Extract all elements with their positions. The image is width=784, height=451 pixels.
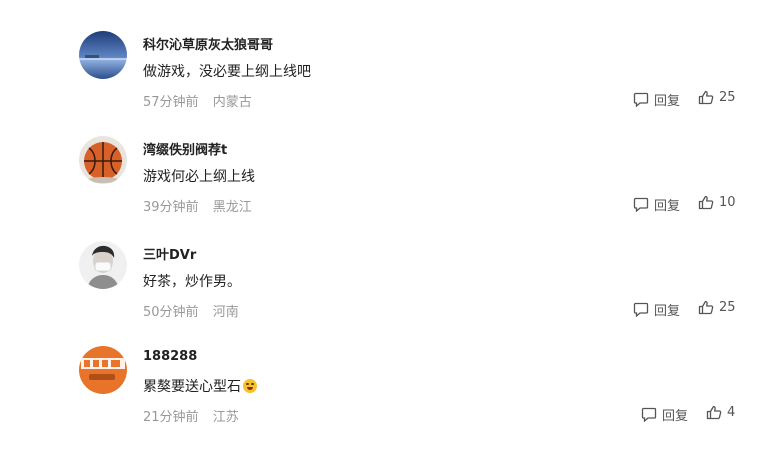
reply-label: 回复 bbox=[654, 94, 681, 109]
avatar[interactable] bbox=[79, 346, 127, 394]
reply-label: 回复 bbox=[654, 304, 681, 319]
reply-icon-cut: ▭ bbox=[659, 0, 671, 5]
lake-landscape-avatar-icon bbox=[79, 31, 127, 79]
thumbs-up-icon bbox=[698, 195, 714, 210]
reply-button[interactable]: 回复 bbox=[633, 300, 680, 319]
reply-icon bbox=[633, 92, 649, 107]
comment-item: 188288 累獒要送心型石 21分钟前 江苏 回复 4 bbox=[0, 346, 784, 451]
comment-location: 江苏 bbox=[212, 410, 239, 425]
reply-button[interactable]: 回复 bbox=[633, 90, 680, 109]
like-button[interactable]: 4 bbox=[706, 405, 735, 420]
comment-meta: 57分钟前 内蒙古 bbox=[143, 91, 252, 110]
comment-location: 黑龙江 bbox=[212, 200, 252, 215]
basketball-avatar-icon bbox=[79, 136, 127, 184]
username[interactable]: 188288 bbox=[143, 349, 197, 364]
comment-text: 累獒要送心型石 bbox=[143, 376, 257, 396]
comment-location: 河南 bbox=[212, 305, 239, 320]
comment-time: 39分钟前 bbox=[143, 200, 199, 215]
thumbs-up-icon bbox=[698, 300, 714, 315]
comment-time: 50分钟前 bbox=[143, 305, 199, 320]
comment-time: 21分钟前 bbox=[143, 410, 199, 425]
orange-jiayou-avatar-icon bbox=[79, 346, 127, 394]
reply-label: 回复 bbox=[662, 409, 689, 424]
comment-meta: 21分钟前 江苏 bbox=[143, 406, 239, 425]
comment-item: 科尔沁草原灰太狼哥哥 做游戏，没必要上纲上线吧 57分钟前 内蒙古 回复 25 bbox=[0, 31, 784, 136]
thumbs-up-icon bbox=[698, 90, 714, 105]
comment-text: 做游戏，没必要上纲上线吧 bbox=[143, 64, 311, 80]
like-button[interactable]: 10 bbox=[698, 195, 736, 210]
comment-meta: 50分钟前 河南 bbox=[143, 301, 239, 320]
comment-meta: 39分钟前 黑龙江 bbox=[143, 196, 252, 215]
reply-label: 回复 bbox=[654, 199, 681, 214]
avatar[interactable] bbox=[79, 136, 127, 184]
comment-location: 内蒙古 bbox=[212, 95, 252, 110]
reply-button[interactable]: 回复 bbox=[641, 405, 688, 424]
like-button[interactable]: 25 bbox=[698, 90, 736, 105]
comment-text-body: 累獒要送心型石 bbox=[143, 379, 241, 395]
avatar[interactable] bbox=[79, 241, 127, 289]
reply-button[interactable]: 回复 bbox=[633, 195, 680, 214]
thumbs-up-icon bbox=[706, 405, 722, 420]
previous-comment-actions-cut: ▭ ▭ bbox=[659, 0, 724, 5]
comment-item: 湾缀佚别阀荐t 游戏何必上纲上线 39分钟前 黑龙江 回复 10 bbox=[0, 136, 784, 241]
comment-item: 三叶DVr 好茶，炒作男。 50分钟前 河南 回复 25 bbox=[0, 241, 784, 346]
comment-text: 游戏何必上纲上线 bbox=[143, 169, 255, 185]
like-button[interactable]: 25 bbox=[698, 300, 736, 315]
avatar[interactable] bbox=[79, 31, 127, 79]
reply-icon bbox=[641, 407, 657, 422]
reply-icon bbox=[633, 197, 649, 212]
comment-time: 57分钟前 bbox=[143, 95, 199, 110]
username[interactable]: 科尔沁草原灰太狼哥哥 bbox=[143, 34, 273, 53]
like-count: 4 bbox=[727, 405, 736, 420]
like-count: 10 bbox=[719, 195, 736, 210]
username[interactable]: 湾缀佚别阀荐t bbox=[143, 139, 227, 158]
like-count: 25 bbox=[719, 300, 736, 315]
username[interactable]: 三叶DVr bbox=[143, 244, 196, 263]
reply-icon bbox=[633, 302, 649, 317]
like-count: 25 bbox=[719, 90, 736, 105]
masked-person-avatar-icon bbox=[79, 241, 127, 289]
like-icon-cut: ▭ bbox=[712, 0, 724, 5]
laughing-crying-emoji-icon bbox=[243, 379, 257, 393]
comment-text: 好茶，炒作男。 bbox=[143, 274, 241, 290]
